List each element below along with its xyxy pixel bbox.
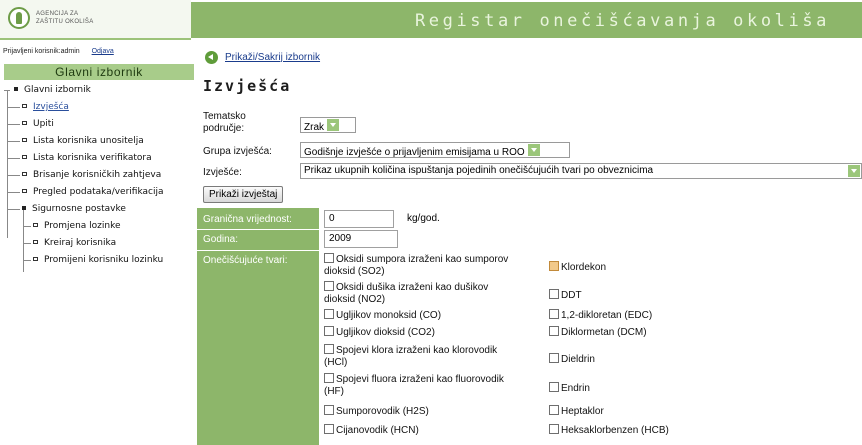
user-bar: Prijavljeni korisnik:admin Odjava <box>0 40 197 60</box>
report-group-label: Grupa izvješća: <box>203 146 272 157</box>
checkbox[interactable] <box>324 344 334 354</box>
pollutant-dieldrin[interactable]: Dieldrin <box>549 353 595 366</box>
pollutant-edc[interactable]: 1,2-dikloretan (EDC) <box>549 309 652 322</box>
title-bar: Registar onečišćavanja okoliša <box>191 2 862 38</box>
menu-item-lista-verifikatora[interactable]: Lista korisnika verifikatora <box>0 150 197 167</box>
report-label: Izvješće: <box>203 167 242 178</box>
checkbox[interactable] <box>324 309 334 319</box>
pollutant-co[interactable]: Ugljikov monoksid (CO) <box>324 309 441 322</box>
checkbox[interactable] <box>549 261 559 271</box>
menu-item-sigurnosne-postavke[interactable]: Sigurnosne postavke <box>0 201 197 218</box>
menu-item-lista-unositelja[interactable]: Lista korisnika unositelja <box>0 133 197 150</box>
checkbox[interactable] <box>324 326 334 336</box>
checkbox[interactable] <box>324 405 334 415</box>
agency-logo: AGENCIJA ZA ZAŠTITU OKOLIŠA <box>0 0 191 40</box>
show-report-button[interactable]: Prikaži izvještaj <box>203 186 284 203</box>
pollutant-h2s[interactable]: Sumporovodik (H2S) <box>324 405 429 418</box>
checkbox[interactable] <box>324 373 334 383</box>
checkbox[interactable] <box>324 424 334 434</box>
pollutant-hcl[interactable]: Spojevi klora izraženi kao klorovodik (H… <box>324 344 544 369</box>
square-bullet-icon <box>22 171 27 176</box>
threshold-input[interactable]: 0 <box>324 210 394 228</box>
threshold-unit: kg/god. <box>407 213 440 224</box>
pollutant-no2[interactable]: Oksidi dušika izraženi kao dušikov dioks… <box>324 281 544 306</box>
main-content: Prikaži/Sakrij izbornik Izvješća Tematsk… <box>197 40 862 445</box>
main-menu-tree: Glavni izbornik Izvješća Upiti Lista kor… <box>0 82 197 272</box>
pollutant-so2[interactable]: Oksidi sumpora izraženi kao sumporov dio… <box>324 253 544 278</box>
menu-item-pregled-podataka[interactable]: Pregled podataka/verifikacija <box>0 184 197 201</box>
app-title: Registar onečišćavanja okoliša <box>414 11 830 31</box>
checkbox[interactable] <box>324 281 334 291</box>
square-bullet-icon <box>22 137 27 142</box>
chevron-down-icon <box>848 165 860 177</box>
report-parameters-grid: Granična vrijednost: Godina: Onečišćujuć… <box>197 208 862 445</box>
pollutant-hf[interactable]: Spojevi fluora izraženi kao fluorovodik … <box>324 373 544 398</box>
grid-label-column: Granična vrijednost: Godina: Onečišćujuć… <box>197 208 319 445</box>
toggle-menu-row: Prikaži/Sakrij izbornik <box>205 49 320 65</box>
chevron-down-icon <box>327 119 339 131</box>
pollutant-dcm[interactable]: Diklormetan (DCM) <box>549 326 647 339</box>
menu-item-izvjesca[interactable]: Izvješća <box>0 99 197 116</box>
logout-link[interactable]: Odjava <box>92 48 114 55</box>
year-input[interactable]: 2009 <box>324 230 398 248</box>
pollutant-heptaklor[interactable]: Heptaklor <box>549 405 604 418</box>
pollutant-co2[interactable]: Ugljikov dioksid (CO2) <box>324 326 435 339</box>
leaf-logo-icon <box>8 7 30 29</box>
square-bullet-icon <box>22 120 27 125</box>
year-label: Godina: <box>203 234 239 245</box>
bullet-icon <box>22 205 26 210</box>
menu-item-kreiraj-korisnika[interactable]: Kreiraj korisnika <box>0 235 197 252</box>
threshold-label: Granična vrijednost: <box>203 214 292 225</box>
pollutant-klordekon[interactable]: Klordekon <box>549 261 606 274</box>
page-title: Izvješća <box>203 77 292 95</box>
chevron-down-icon <box>527 144 540 156</box>
pollutant-endrin[interactable]: Endrin <box>549 382 590 395</box>
checkbox[interactable] <box>549 309 559 319</box>
checkbox[interactable] <box>549 289 559 299</box>
bullet-icon <box>14 86 18 91</box>
report-select[interactable]: Prikaz ukupnih količina ispuštanja pojed… <box>300 163 862 179</box>
pollutant-hcn[interactable]: Cijanovodik (HCN) <box>324 424 419 437</box>
thematic-area-select[interactable]: Zrak <box>300 117 356 133</box>
menu-item-upiti[interactable]: Upiti <box>0 116 197 133</box>
menu-item-main[interactable]: Glavni izbornik <box>0 82 197 99</box>
checkbox[interactable] <box>549 353 559 363</box>
menu-item-brisanje-zahtjeva[interactable]: Brisanje korisničkih zahtjeva <box>0 167 197 184</box>
square-bullet-icon <box>33 239 38 244</box>
checkbox[interactable] <box>549 424 559 434</box>
square-bullet-icon <box>33 256 38 261</box>
checkbox[interactable] <box>549 405 559 415</box>
checkbox[interactable] <box>549 382 559 392</box>
square-bullet-icon <box>22 154 27 159</box>
pollutants-label: Onečišćujuće tvari: <box>203 255 288 266</box>
checkbox[interactable] <box>549 326 559 336</box>
menu-item-promjena-lozinke[interactable]: Promjena lozinke <box>0 218 197 235</box>
sidebar: Prijavljeni korisnik:admin Odjava Glavni… <box>0 40 197 445</box>
logged-in-user: Prijavljeni korisnik:admin <box>3 48 80 55</box>
square-bullet-icon <box>33 222 38 227</box>
checkbox[interactable] <box>324 253 334 263</box>
pollutant-ddt[interactable]: DDT <box>549 289 582 302</box>
square-bullet-icon <box>22 188 27 193</box>
thematic-area-label: Tematsko područje: <box>203 111 246 134</box>
logo-line-2: ZAŠTITU OKOLIŠA <box>36 19 94 25</box>
pollutant-hcb[interactable]: Heksaklorbenzen (HCB) <box>549 424 669 437</box>
logo-text: AGENCIJA ZA ZAŠTITU OKOLIŠA <box>36 10 94 26</box>
toggle-menu-link[interactable]: Prikaži/Sakrij izbornik <box>225 52 320 63</box>
back-arrow-icon[interactable] <box>205 50 218 64</box>
header: AGENCIJA ZA ZAŠTITU OKOLIŠA Registar one… <box>0 0 862 40</box>
logo-line-1: AGENCIJA ZA <box>36 11 79 17</box>
menu-item-promijeni-lozinku[interactable]: Promijeni korisniku lozinku <box>0 252 197 269</box>
square-bullet-icon <box>22 103 27 108</box>
menu-title: Glavni izbornik <box>4 64 194 80</box>
report-group-select[interactable]: Godišnje izvješće o prijavljenim emisija… <box>300 142 570 158</box>
